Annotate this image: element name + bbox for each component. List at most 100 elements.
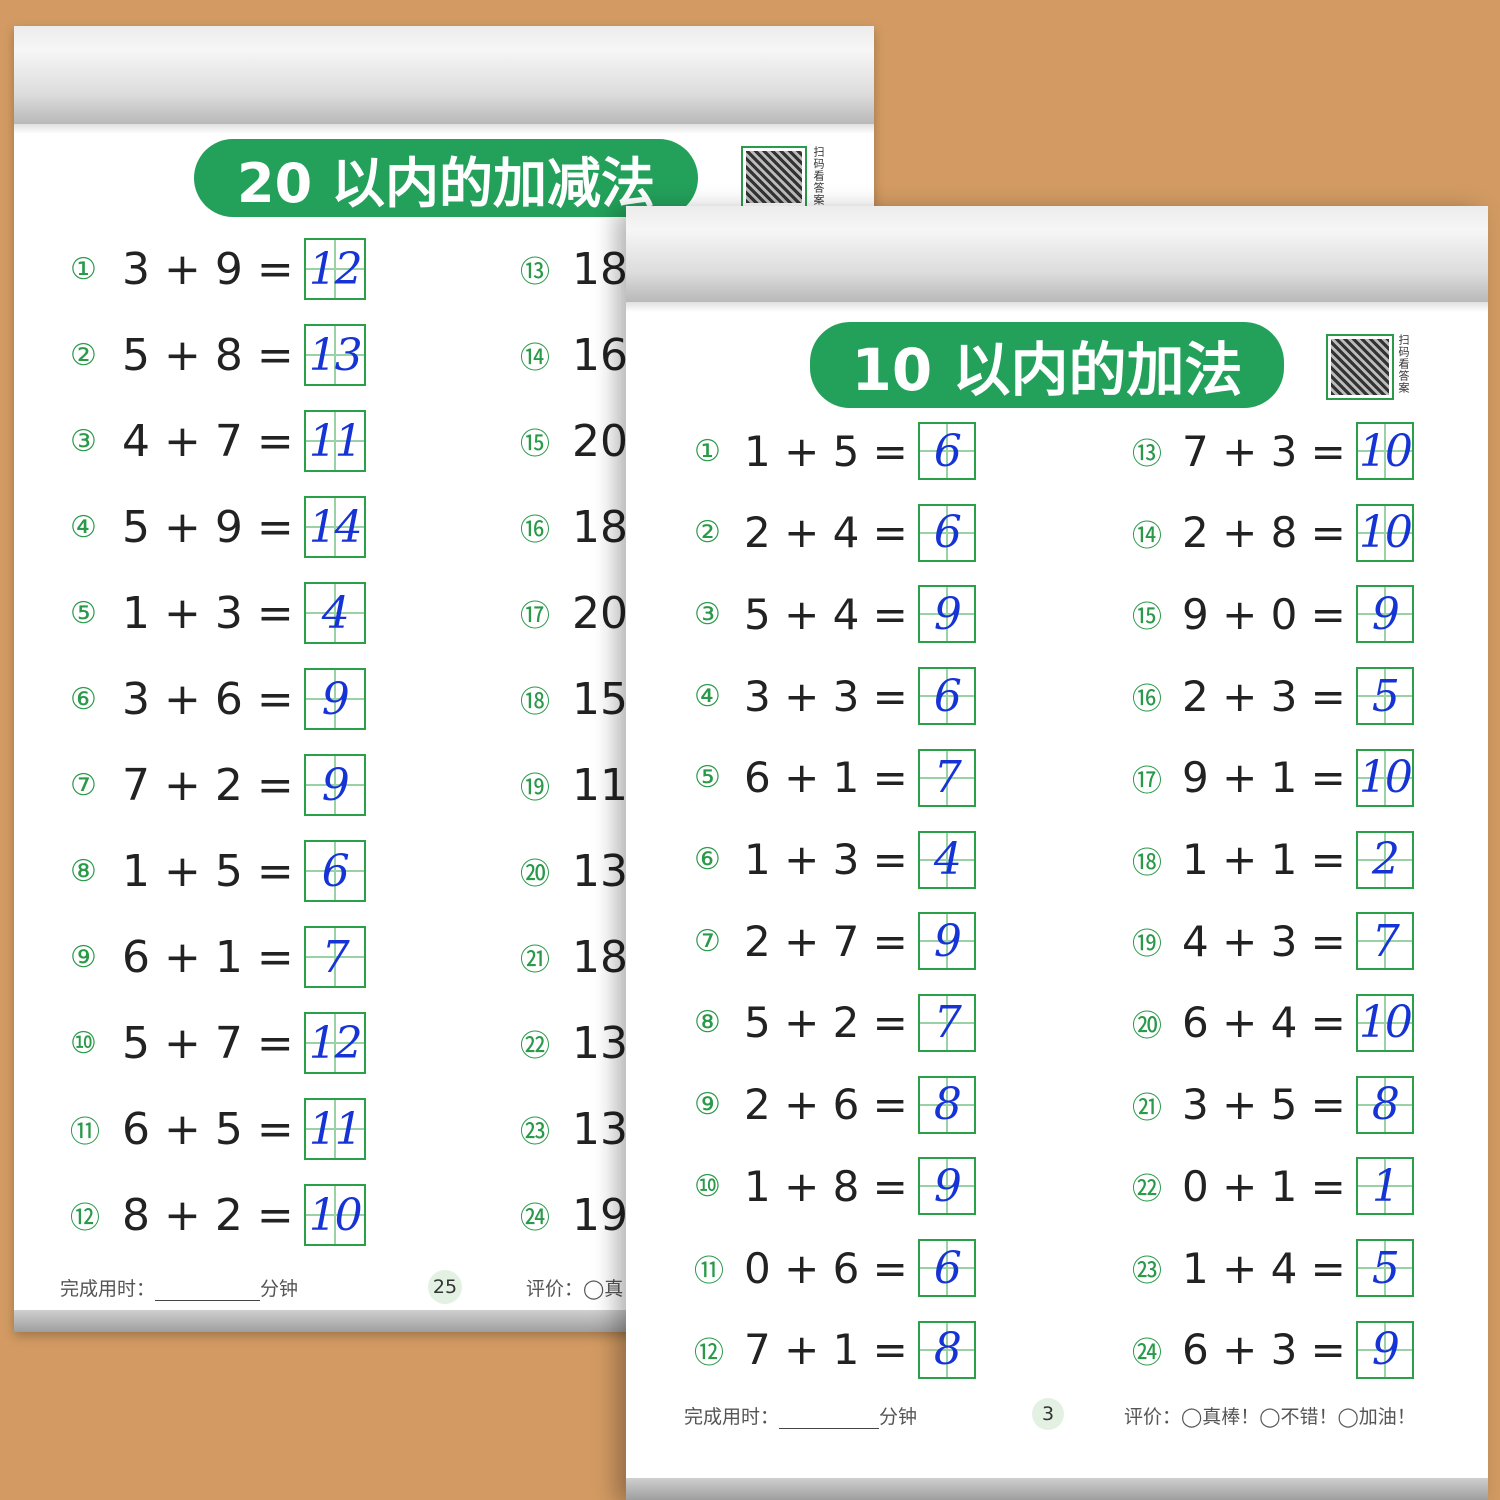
equation-text: 6 + 1 = — [122, 931, 294, 983]
problem-number: ⑨ — [694, 1087, 721, 1123]
answer-box[interactable]: 9 — [1355, 585, 1414, 644]
time-blank[interactable] — [155, 1300, 261, 1301]
answer-box[interactable]: 9 — [1355, 1320, 1414, 1379]
problem-number: ㉔ — [1132, 1335, 1162, 1371]
answer-box[interactable]: 6 — [917, 667, 976, 726]
problem-row: ⑯ 18 — [520, 496, 638, 558]
answer-box[interactable]: 12 — [303, 238, 366, 300]
problem-row: ㉑ 3 + 5 = 8 — [1132, 1075, 1414, 1134]
handwritten-answer: 7 — [933, 752, 962, 804]
qr-code[interactable] — [1326, 334, 1394, 400]
problem-number: ⑬ — [520, 255, 550, 290]
problem-row: ㉒ 13 — [520, 1012, 638, 1074]
handwritten-answer: 6 — [933, 670, 962, 722]
problem-number: ⑥ — [70, 681, 97, 717]
handwritten-answer: 9 — [1371, 1324, 1400, 1376]
answer-box[interactable]: 10 — [1355, 748, 1414, 807]
problem-row: ⑲ 4 + 3 = 7 — [1132, 912, 1414, 971]
problem-number: ⑩ — [70, 1025, 97, 1061]
answer-box[interactable]: 8 — [917, 1320, 976, 1379]
answer-box[interactable]: 14 — [303, 496, 366, 558]
answer-box[interactable]: 8 — [1355, 1075, 1414, 1134]
answer-box[interactable]: 1 — [1355, 1157, 1414, 1216]
problem-number: ㉑ — [1132, 1090, 1162, 1126]
answer-box[interactable]: 10 — [303, 1184, 366, 1246]
answer-box[interactable]: 10 — [1355, 422, 1414, 480]
problem-number: ⑳ — [1132, 1008, 1162, 1044]
equation-text: 16 — [572, 329, 628, 381]
answer-box[interactable]: 11 — [303, 1098, 366, 1160]
problem-number: ⑲ — [520, 771, 550, 806]
problem-row: ⑤ 6 + 1 = 7 — [694, 748, 976, 807]
completion-time: 完成用时： 分钟 — [684, 1402, 917, 1429]
answer-box[interactable]: 5 — [1355, 667, 1414, 726]
answer-box[interactable]: 10 — [1355, 993, 1414, 1052]
answer-box[interactable]: 8 — [917, 1075, 976, 1134]
answer-box[interactable]: 9 — [917, 1157, 976, 1216]
answer-box[interactable]: 7 — [917, 748, 976, 807]
equation-text: 19 — [572, 1189, 628, 1241]
answer-box[interactable]: 7 — [1355, 912, 1414, 971]
handwritten-answer: 10 — [308, 1189, 363, 1241]
problem-number: ⑲ — [1132, 927, 1162, 963]
answer-box[interactable]: 13 — [303, 324, 366, 386]
answer-box[interactable]: 9 — [917, 912, 976, 971]
front-worksheet: 10 以内的加法 扫码看答案 ① 1 + 5 = 6 ② 2 + 4 = 6 ③ 5 + 4 … — [626, 206, 1488, 1500]
answer-box[interactable]: 6 — [303, 840, 366, 902]
problem-row: ⑲ 11 — [520, 754, 638, 816]
answer-box[interactable]: 6 — [917, 1239, 976, 1297]
answer-box[interactable]: 4 — [917, 830, 976, 889]
equation-text: 8 + 2 = — [122, 1189, 294, 1241]
problem-number: ⑯ — [520, 513, 550, 548]
handwritten-answer: 8 — [1371, 1079, 1400, 1131]
handwritten-answer: 8 — [933, 1079, 962, 1131]
problem-row: ㉒ 0 + 1 = 1 — [1132, 1157, 1414, 1216]
answer-box[interactable]: 11 — [303, 410, 366, 472]
problem-row: ⑦ 7 + 2 = 9 — [70, 754, 366, 816]
answer-box[interactable]: 2 — [1355, 830, 1414, 889]
paper-roll-top — [626, 206, 1488, 302]
problem-number: ⑤ — [694, 760, 721, 796]
answer-box[interactable]: 9 — [917, 585, 976, 644]
answer-box[interactable]: 12 — [303, 1012, 366, 1074]
problem-number: ㉓ — [1132, 1254, 1162, 1289]
problem-number: ⑦ — [70, 767, 97, 803]
equation-text: 1 + 5 = — [122, 845, 294, 897]
qr-code-pattern — [1331, 339, 1389, 395]
answer-box[interactable]: 7 — [303, 926, 366, 988]
problem-row: ⑩ 5 + 7 = 12 — [70, 1012, 366, 1074]
problem-number: ⑫ — [694, 1335, 724, 1371]
problem-number: ⑱ — [520, 685, 550, 720]
equation-text: 2 + 8 = — [1182, 508, 1346, 558]
problem-row: ⑮ 9 + 0 = 9 — [1132, 585, 1414, 644]
answer-box[interactable]: 10 — [1355, 503, 1414, 562]
answer-box[interactable]: 9 — [303, 668, 366, 730]
handwritten-answer: 9 — [933, 1160, 962, 1212]
problem-row: ⑰ 9 + 1 = 10 — [1132, 748, 1414, 807]
evaluation: 评价：◯真棒！◯不错！◯加油！ — [1124, 1406, 1416, 1428]
handwritten-answer: 7 — [321, 931, 350, 983]
answer-box[interactable]: 7 — [917, 993, 976, 1052]
equation-text: 6 + 5 = — [122, 1103, 294, 1155]
problem-row: ⑳ 6 + 4 = 10 — [1132, 993, 1414, 1052]
answer-box[interactable]: 5 — [1355, 1239, 1414, 1297]
problem-row: ⑭ 2 + 8 = 10 — [1132, 503, 1414, 562]
handwritten-answer: 11 — [308, 415, 363, 467]
equation-text: 1 + 5 = — [744, 426, 908, 476]
answer-box[interactable]: 4 — [303, 582, 366, 644]
problem-number: ㉓ — [520, 1115, 550, 1150]
answer-box[interactable]: 6 — [917, 422, 976, 480]
problem-number: ⑱ — [1132, 845, 1162, 881]
answer-box[interactable]: 9 — [303, 754, 366, 816]
problem-row: ③ 5 + 4 = 9 — [694, 585, 976, 644]
completion-time: 完成用时： 分钟 — [60, 1274, 298, 1301]
equation-text: 7 + 2 = — [122, 759, 294, 811]
problem-number: ⑮ — [1132, 600, 1162, 636]
qr-code[interactable] — [741, 146, 807, 208]
answer-box[interactable]: 6 — [917, 503, 976, 562]
time-unit: 分钟 — [260, 1278, 299, 1300]
equation-text: 4 + 7 = — [122, 415, 294, 467]
handwritten-answer: 10 — [1358, 752, 1413, 804]
time-blank[interactable] — [779, 1428, 880, 1429]
problem-row: ① 3 + 9 = 12 — [70, 238, 366, 300]
